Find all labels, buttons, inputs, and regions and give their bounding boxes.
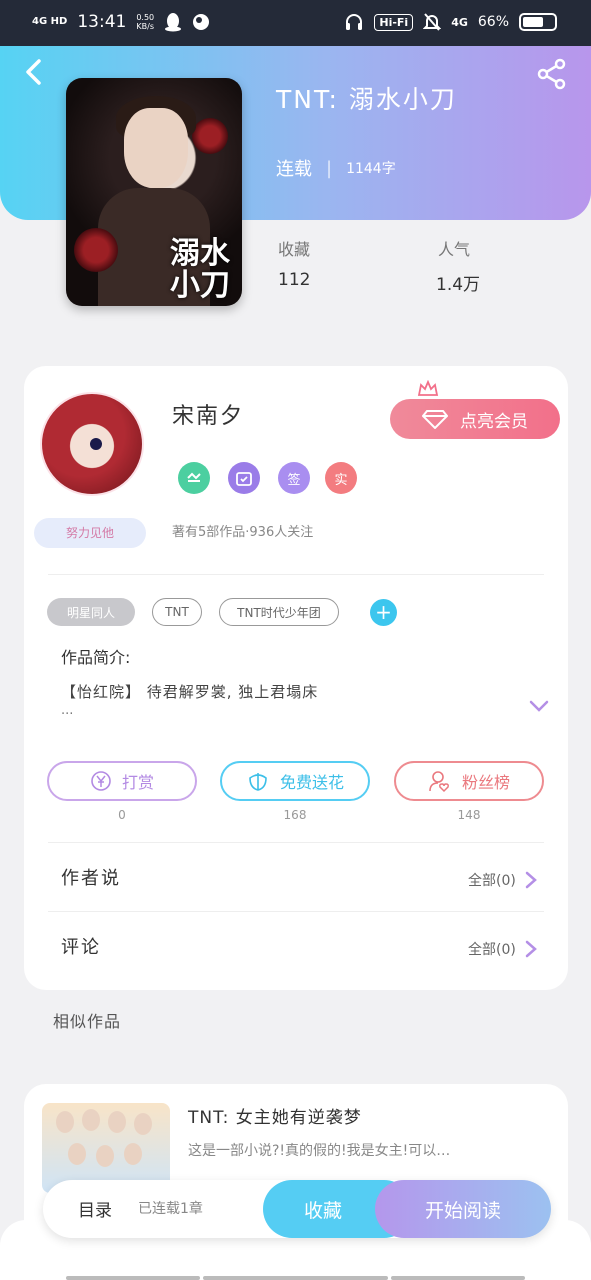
word-count: 1144字: [346, 161, 396, 177]
nav-indicator: [203, 1276, 388, 1280]
fan-ranking-label: 粉丝榜: [461, 773, 510, 792]
book-status: 连载 | 1144字: [276, 155, 396, 181]
tag-star-fanfic[interactable]: 明星同人: [47, 598, 135, 626]
yen-icon: [91, 771, 111, 791]
serial-status: 连载: [276, 159, 312, 180]
fan-ranking-button[interactable]: 粉丝榜: [394, 761, 544, 801]
divider: [48, 574, 544, 575]
user-heart-icon: [429, 771, 449, 793]
network-type: 4G: [451, 15, 468, 29]
add-tag-button[interactable]: +: [370, 599, 397, 626]
book-title: TNT: 溺水小刀: [276, 85, 457, 114]
signed-medal: 签: [278, 462, 310, 494]
diamond-icon: [422, 410, 448, 429]
comments-all[interactable]: 全部(0): [468, 939, 538, 959]
tag-tnt-group[interactable]: TNT时代少年团: [219, 598, 339, 626]
tip-label: 打赏: [121, 773, 154, 792]
flower-icon: [249, 773, 267, 791]
chapter-status: 已连载1章: [138, 1201, 203, 1217]
favorites-count: 112: [278, 270, 311, 290]
net-speed: 0.50 KB/s: [136, 13, 155, 31]
start-reading-button[interactable]: 开始阅读: [375, 1180, 551, 1238]
globe-icon: [193, 14, 210, 30]
verified-medal: 实: [325, 462, 357, 494]
divider: |: [326, 157, 333, 179]
status-time: 13:41: [77, 12, 127, 32]
calendar-medal-icon: [228, 462, 260, 494]
popularity-label: 人气: [438, 240, 471, 259]
hifi-badge: Hi-Fi: [374, 13, 414, 31]
intro-text: 【怡红院】 待君解罗裳, 独上君塌床: [61, 683, 319, 701]
medal-icon: [178, 462, 210, 494]
send-flower-button[interactable]: 免费送花: [220, 761, 370, 801]
intro-ellipsis: ···: [61, 707, 74, 722]
author-badge: 努力见他: [34, 518, 146, 548]
signal-indicator: 4G HD: [32, 16, 68, 27]
send-flower-label: 免费送花: [279, 773, 344, 792]
mute-bell-icon: [423, 13, 442, 31]
similar-work-desc: 这是一部小说?!真的假的!我是女主!可以…: [188, 1143, 451, 1159]
back-arrow-icon[interactable]: [22, 58, 46, 86]
status-bar: 4G HD 13:41 0.50 KB/s Hi-Fi 4G 66%: [0, 0, 591, 46]
chevron-down-icon[interactable]: [528, 698, 550, 714]
vip-button[interactable]: 点亮会员: [390, 399, 560, 439]
battery-icon: [519, 13, 557, 31]
headphones-icon: [346, 14, 363, 30]
vip-button-label: 点亮会员: [460, 411, 528, 432]
author-avatar[interactable]: [40, 392, 144, 496]
similar-works-heading: 相似作品: [53, 1012, 122, 1031]
tip-button[interactable]: 打赏: [47, 761, 197, 801]
comments-title[interactable]: 评论: [61, 933, 101, 959]
nav-indicator: [66, 1276, 200, 1280]
tag-tnt[interactable]: TNT: [152, 598, 202, 626]
chevron-right-icon: [525, 940, 537, 958]
author-notes-title[interactable]: 作者说: [61, 864, 121, 890]
toc-button[interactable]: 目录: [78, 1196, 112, 1221]
author-name[interactable]: 宋南夕: [172, 398, 244, 430]
favorites-label: 收藏: [278, 240, 311, 259]
share-icon[interactable]: [536, 58, 568, 90]
fan-count: 148: [457, 808, 481, 822]
divider: [48, 842, 544, 843]
cover-title: 溺水小刀: [170, 236, 230, 303]
flower-count: 168: [283, 808, 307, 822]
popularity-count: 1.4万: [436, 275, 481, 295]
crown-icon: [417, 380, 439, 396]
book-cover[interactable]: 溺水小刀: [66, 78, 242, 306]
intro-title: 作品简介:: [61, 648, 131, 667]
qq-icon: [165, 13, 182, 32]
similar-work-title[interactable]: TNT: 女主她有逆袭梦: [188, 1103, 362, 1128]
nav-indicator: [391, 1276, 525, 1280]
battery-percent: 66%: [477, 14, 509, 30]
author-notes-all[interactable]: 全部(0): [468, 870, 538, 890]
chevron-right-icon: [525, 871, 537, 889]
divider: [48, 911, 544, 912]
author-stats: 著有5部作品·936人关注: [172, 525, 314, 540]
tip-count: 0: [118, 808, 126, 822]
